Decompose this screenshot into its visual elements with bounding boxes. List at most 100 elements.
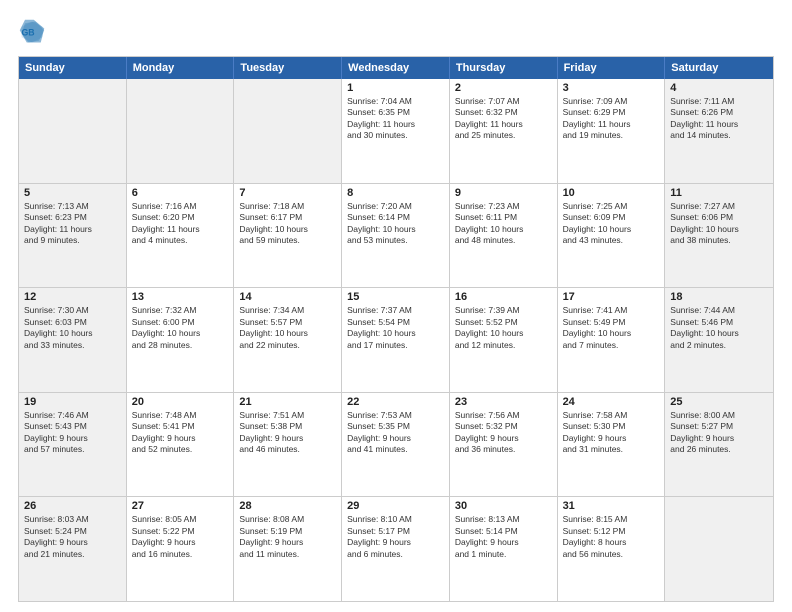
cal-cell-4: 4 Sunrise: 7:11 AM Sunset: 6:26 PM Daylig… — [665, 79, 773, 183]
cal-cell-2: 2 Sunrise: 7:07 AM Sunset: 6:32 PM Daylig… — [450, 79, 558, 183]
day-number: 28 — [239, 500, 336, 512]
calendar-body: 1Sunrise: 7:04 AM Sunset: 6:35 PM Daylig… — [19, 79, 773, 601]
day-info: Sunrise: 8:10 AM Sunset: 5:17 PM Dayligh… — [347, 514, 444, 560]
day-info: Sunrise: 7:37 AM Sunset: 5:54 PM Dayligh… — [347, 305, 444, 351]
cal-cell-25: 25 Sunrise: 8:00 AM Sunset: 5:27 PM Dayli… — [665, 393, 773, 497]
day-number: 9 — [455, 187, 552, 199]
day-number: 6 — [132, 187, 229, 199]
cal-cell-16: 16Sunrise: 7:39 AM Sunset: 5:52 PM Dayli… — [450, 288, 558, 392]
cal-week-2: 5 Sunrise: 7:13 AM Sunset: 6:23 PM Daylig… — [19, 183, 773, 288]
day-info: Sunrise: 7:27 AM Sunset: 6:06 PM Dayligh… — [670, 201, 768, 247]
day-info: Sunrise: 7:20 AM Sunset: 6:14 PM Dayligh… — [347, 201, 444, 247]
day-info: Sunrise: 7:51 AM Sunset: 5:38 PM Dayligh… — [239, 410, 336, 456]
day-info: Sunrise: 8:00 AM Sunset: 5:27 PM Dayligh… — [670, 410, 768, 456]
calendar: SundayMondayTuesdayWednesdayThursdayFrid… — [18, 56, 774, 602]
cal-cell-empty-4-6 — [665, 497, 773, 601]
day-info: Sunrise: 8:08 AM Sunset: 5:19 PM Dayligh… — [239, 514, 336, 560]
cal-week-1: 1Sunrise: 7:04 AM Sunset: 6:35 PM Daylig… — [19, 79, 773, 183]
cal-cell-10: 10Sunrise: 7:25 AM Sunset: 6:09 PM Dayli… — [558, 184, 666, 288]
svg-text:GB: GB — [22, 28, 35, 38]
cal-cell-7: 7 Sunrise: 7:18 AM Sunset: 6:17 PM Daylig… — [234, 184, 342, 288]
cal-cell-18: 18 Sunrise: 7:44 AM Sunset: 5:46 PM Dayli… — [665, 288, 773, 392]
day-info: Sunrise: 7:34 AM Sunset: 5:57 PM Dayligh… — [239, 305, 336, 351]
cal-header-wednesday: Wednesday — [342, 57, 450, 79]
day-number: 4 — [670, 82, 768, 94]
day-number: 13 — [132, 291, 229, 303]
day-number: 15 — [347, 291, 444, 303]
cal-header-thursday: Thursday — [450, 57, 558, 79]
day-info: Sunrise: 7:18 AM Sunset: 6:17 PM Dayligh… — [239, 201, 336, 247]
cal-cell-27: 27 Sunrise: 8:05 AM Sunset: 5:22 PM Dayli… — [127, 497, 235, 601]
day-info: Sunrise: 8:03 AM Sunset: 5:24 PM Dayligh… — [24, 514, 121, 560]
day-info: Sunrise: 7:46 AM Sunset: 5:43 PM Dayligh… — [24, 410, 121, 456]
cal-cell-8: 8 Sunrise: 7:20 AM Sunset: 6:14 PM Daylig… — [342, 184, 450, 288]
cal-cell-31: 31 Sunrise: 8:15 AM Sunset: 5:12 PM Dayli… — [558, 497, 666, 601]
cal-header-tuesday: Tuesday — [234, 57, 342, 79]
day-number: 25 — [670, 396, 768, 408]
day-info: Sunrise: 7:09 AM Sunset: 6:29 PM Dayligh… — [563, 96, 660, 142]
day-number: 23 — [455, 396, 552, 408]
day-info: Sunrise: 7:53 AM Sunset: 5:35 PM Dayligh… — [347, 410, 444, 456]
cal-cell-24: 24 Sunrise: 7:58 AM Sunset: 5:30 PM Dayli… — [558, 393, 666, 497]
day-number: 17 — [563, 291, 660, 303]
cal-cell-1: 1Sunrise: 7:04 AM Sunset: 6:35 PM Daylig… — [342, 79, 450, 183]
calendar-header: SundayMondayTuesdayWednesdayThursdayFrid… — [19, 57, 773, 79]
day-info: Sunrise: 7:23 AM Sunset: 6:11 PM Dayligh… — [455, 201, 552, 247]
logo-icon: GB — [18, 18, 46, 46]
day-number: 18 — [670, 291, 768, 303]
day-number: 26 — [24, 500, 121, 512]
day-info: Sunrise: 8:05 AM Sunset: 5:22 PM Dayligh… — [132, 514, 229, 560]
day-info: Sunrise: 7:58 AM Sunset: 5:30 PM Dayligh… — [563, 410, 660, 456]
day-number: 5 — [24, 187, 121, 199]
day-number: 31 — [563, 500, 660, 512]
cal-cell-3: 3Sunrise: 7:09 AM Sunset: 6:29 PM Daylig… — [558, 79, 666, 183]
cal-cell-22: 22 Sunrise: 7:53 AM Sunset: 5:35 PM Dayli… — [342, 393, 450, 497]
cal-cell-26: 26 Sunrise: 8:03 AM Sunset: 5:24 PM Dayli… — [19, 497, 127, 601]
day-number: 2 — [455, 82, 552, 94]
day-number: 8 — [347, 187, 444, 199]
cal-cell-6: 6Sunrise: 7:16 AM Sunset: 6:20 PM Daylig… — [127, 184, 235, 288]
day-info: Sunrise: 7:25 AM Sunset: 6:09 PM Dayligh… — [563, 201, 660, 247]
cal-cell-30: 30Sunrise: 8:13 AM Sunset: 5:14 PM Dayli… — [450, 497, 558, 601]
day-info: Sunrise: 7:07 AM Sunset: 6:32 PM Dayligh… — [455, 96, 552, 142]
cal-week-5: 26 Sunrise: 8:03 AM Sunset: 5:24 PM Dayli… — [19, 496, 773, 601]
day-number: 20 — [132, 396, 229, 408]
day-info: Sunrise: 7:48 AM Sunset: 5:41 PM Dayligh… — [132, 410, 229, 456]
page: GB SundayMondayTuesdayWednesdayThursdayF… — [0, 0, 792, 612]
day-info: Sunrise: 7:13 AM Sunset: 6:23 PM Dayligh… — [24, 201, 121, 247]
cal-cell-empty-0-0 — [19, 79, 127, 183]
day-number: 16 — [455, 291, 552, 303]
cal-cell-19: 19 Sunrise: 7:46 AM Sunset: 5:43 PM Dayli… — [19, 393, 127, 497]
cal-cell-21: 21Sunrise: 7:51 AM Sunset: 5:38 PM Dayli… — [234, 393, 342, 497]
day-info: Sunrise: 7:11 AM Sunset: 6:26 PM Dayligh… — [670, 96, 768, 142]
day-number: 29 — [347, 500, 444, 512]
cal-cell-13: 13 Sunrise: 7:32 AM Sunset: 6:00 PM Dayli… — [127, 288, 235, 392]
cal-cell-23: 23 Sunrise: 7:56 AM Sunset: 5:32 PM Dayli… — [450, 393, 558, 497]
day-number: 27 — [132, 500, 229, 512]
cal-cell-29: 29 Sunrise: 8:10 AM Sunset: 5:17 PM Dayli… — [342, 497, 450, 601]
day-number: 14 — [239, 291, 336, 303]
day-info: Sunrise: 7:56 AM Sunset: 5:32 PM Dayligh… — [455, 410, 552, 456]
day-number: 24 — [563, 396, 660, 408]
day-info: Sunrise: 7:32 AM Sunset: 6:00 PM Dayligh… — [132, 305, 229, 351]
day-info: Sunrise: 7:44 AM Sunset: 5:46 PM Dayligh… — [670, 305, 768, 351]
cal-header-monday: Monday — [127, 57, 235, 79]
cal-header-saturday: Saturday — [665, 57, 773, 79]
cal-cell-28: 28 Sunrise: 8:08 AM Sunset: 5:19 PM Dayli… — [234, 497, 342, 601]
logo: GB — [18, 18, 50, 46]
day-info: Sunrise: 7:04 AM Sunset: 6:35 PM Dayligh… — [347, 96, 444, 142]
day-number: 12 — [24, 291, 121, 303]
cal-cell-15: 15 Sunrise: 7:37 AM Sunset: 5:54 PM Dayli… — [342, 288, 450, 392]
cal-cell-empty-0-2 — [234, 79, 342, 183]
cal-week-4: 19 Sunrise: 7:46 AM Sunset: 5:43 PM Dayli… — [19, 392, 773, 497]
day-number: 22 — [347, 396, 444, 408]
cal-cell-12: 12Sunrise: 7:30 AM Sunset: 6:03 PM Dayli… — [19, 288, 127, 392]
cal-header-friday: Friday — [558, 57, 666, 79]
cal-cell-11: 11Sunrise: 7:27 AM Sunset: 6:06 PM Dayli… — [665, 184, 773, 288]
cal-cell-17: 17 Sunrise: 7:41 AM Sunset: 5:49 PM Dayli… — [558, 288, 666, 392]
day-info: Sunrise: 7:41 AM Sunset: 5:49 PM Dayligh… — [563, 305, 660, 351]
day-number: 7 — [239, 187, 336, 199]
day-info: Sunrise: 8:15 AM Sunset: 5:12 PM Dayligh… — [563, 514, 660, 560]
day-number: 19 — [24, 396, 121, 408]
header: GB — [18, 18, 774, 46]
